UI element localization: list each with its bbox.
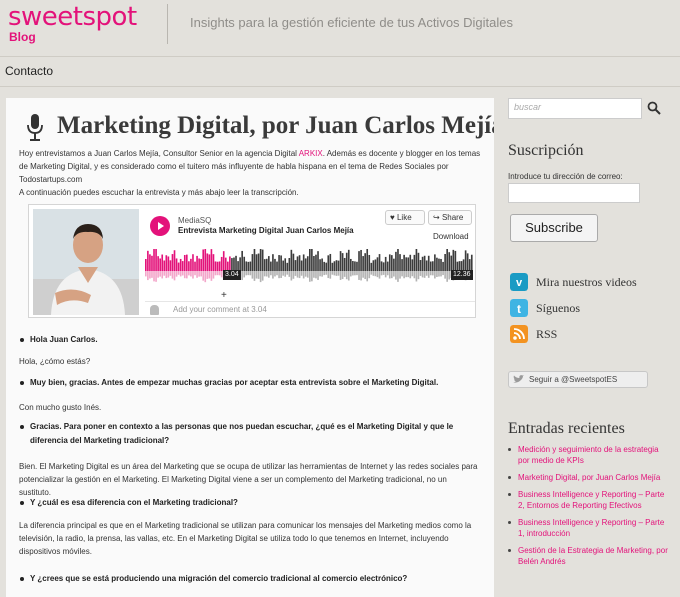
vimeo-icon: v — [510, 273, 528, 291]
search-input[interactable]: buscar — [508, 98, 642, 119]
comment-input-row[interactable]: Add your comment at 3.04 — [145, 301, 475, 317]
social-label: Mira nuestros videos — [536, 275, 637, 289]
portrait-illustration — [33, 209, 139, 315]
share-button[interactable]: ↪ Share — [428, 210, 472, 225]
current-time: 3.04 — [223, 270, 241, 280]
comment-placeholder: Add your comment at 3.04 — [173, 305, 267, 314]
nav-divider-top — [0, 56, 680, 57]
answer-4: La diferencia principal es que en el Mar… — [19, 521, 472, 556]
download-link[interactable]: Download — [433, 232, 469, 241]
answer-2: Con mucho gusto Inés. — [19, 403, 102, 412]
twitter-icon: t — [510, 299, 528, 317]
question-1: Hola Juan Carlos. — [20, 333, 475, 347]
player-track-title[interactable]: Entrevista Marketing Digital Juan Carlos… — [178, 226, 354, 235]
subscription-heading: Suscripción — [508, 142, 584, 159]
social-label: Síguenos — [536, 301, 581, 315]
question-4: Y ¿cuál es esa diferencia con el Marketi… — [20, 496, 475, 510]
recent-post-title: Business Intelligence y Reporting – Part… — [518, 490, 665, 510]
question-text: Y ¿cuál es esa diferencia con el Marketi… — [30, 498, 238, 507]
email-field[interactable] — [508, 183, 640, 203]
waveform-scrubber[interactable] — [145, 249, 473, 297]
question-2: Muy bien, gracias. Antes de empezar much… — [20, 376, 475, 390]
bullet-dot — [508, 549, 511, 552]
like-label: Like — [396, 213, 412, 222]
follow-label: Seguir a @SweetspotES — [529, 375, 618, 384]
bullet-dot — [20, 337, 24, 342]
rss-icon — [510, 325, 528, 343]
search-icon[interactable] — [647, 101, 661, 115]
recent-post-title: Business Intelligence y Reporting – Part… — [518, 518, 665, 538]
play-button[interactable] — [150, 216, 170, 236]
question-3: Gracias. Para poner en contexto a las pe… — [20, 420, 475, 448]
recent-post-title: Gestión de la Estrategia de Marketing, p… — [518, 546, 668, 566]
post-article: Marketing Digital, por Juan Carlos Mejía… — [6, 98, 494, 597]
share-label: Share — [441, 213, 464, 222]
intro-text-a: Hoy entrevistamos a Juan Carlos Mejía, C… — [19, 149, 299, 158]
question-5: Y ¿crees que se está produciendo una mig… — [20, 572, 475, 586]
bullet-dot — [508, 476, 511, 479]
microphone-icon — [27, 114, 43, 141]
question-text: Muy bien, gracias. Antes de empezar much… — [30, 378, 439, 387]
social-label: RSS — [536, 327, 558, 341]
bullet-dot — [508, 448, 511, 451]
logo-subtitle[interactable]: Blog — [9, 30, 36, 44]
recent-post-title: Medición y seguimiento de la estrategia … — [518, 445, 659, 465]
user-avatar-icon — [150, 305, 159, 315]
question-text: Y ¿crees que se está produciendo una mig… — [30, 574, 408, 583]
email-label: Introduce tu dirección de correo: — [508, 172, 623, 181]
recent-post-link[interactable]: Gestión de la Estrategia de Marketing, p… — [508, 545, 668, 567]
follow-twitter-button[interactable]: Seguir a @SweetspotES — [508, 371, 648, 388]
svg-text:t: t — [517, 302, 521, 316]
recent-posts-list: Medición y seguimiento de la estrategia … — [508, 444, 668, 573]
question-text: Gracias. Para poner en contexto a las pe… — [30, 422, 454, 445]
answer-3: Bien. El Marketing Digital es un área de… — [19, 462, 478, 497]
post-title[interactable]: Marketing Digital, por Juan Carlos Mejía — [57, 112, 494, 140]
recent-post-link[interactable]: Marketing Digital, por Juan Carlos Mejía — [508, 472, 668, 483]
answer-1: Hola, ¿cómo estás? — [19, 357, 91, 366]
interviewee-photo — [33, 209, 139, 315]
site-tagline: Insights para la gestión eficiente de tu… — [190, 15, 514, 30]
bullet-dot — [20, 380, 24, 385]
post-intro-2: A continuación puedes escuchar la entrev… — [19, 188, 299, 197]
site-header: sweetspot Blog Insights para la gestión … — [0, 0, 680, 55]
add-comment-marker[interactable]: + — [221, 290, 227, 301]
like-button[interactable]: ♥ Like — [385, 210, 425, 225]
svg-text:v: v — [516, 277, 523, 289]
arkix-link[interactable]: ARKIX — [299, 149, 323, 158]
bullet-dot — [20, 500, 24, 505]
twitter-bird-icon — [513, 375, 524, 383]
recent-post-title: Marketing Digital, por Juan Carlos Mejía — [518, 473, 661, 482]
recent-post-link[interactable]: Business Intelligence y Reporting – Part… — [508, 489, 668, 511]
bullet-dot — [508, 521, 511, 524]
subscribe-button[interactable]: Subscribe — [510, 214, 598, 242]
recent-post-link[interactable]: Medición y seguimiento de la estrategia … — [508, 444, 668, 466]
nav-contacto-link[interactable]: Contacto — [5, 64, 53, 78]
post-intro: Hoy entrevistamos a Juan Carlos Mejía, C… — [19, 147, 481, 186]
bullet-dot — [508, 493, 511, 496]
header-divider — [167, 4, 168, 44]
player-username[interactable]: MediaSQ — [178, 216, 211, 225]
bullet-dot — [20, 576, 24, 581]
nav-divider-bottom — [0, 86, 680, 87]
question-text: Hola Juan Carlos. — [30, 335, 98, 344]
audio-player: MediaSQ Entrevista Marketing Digital Jua… — [28, 204, 476, 318]
total-time: 12.36 — [451, 270, 473, 280]
recent-post-link[interactable]: Business Intelligence y Reporting – Part… — [508, 517, 668, 539]
bullet-dot — [20, 424, 24, 429]
recent-posts-heading: Entradas recientes — [508, 420, 625, 437]
site-logo[interactable]: sweetspot — [8, 2, 137, 32]
